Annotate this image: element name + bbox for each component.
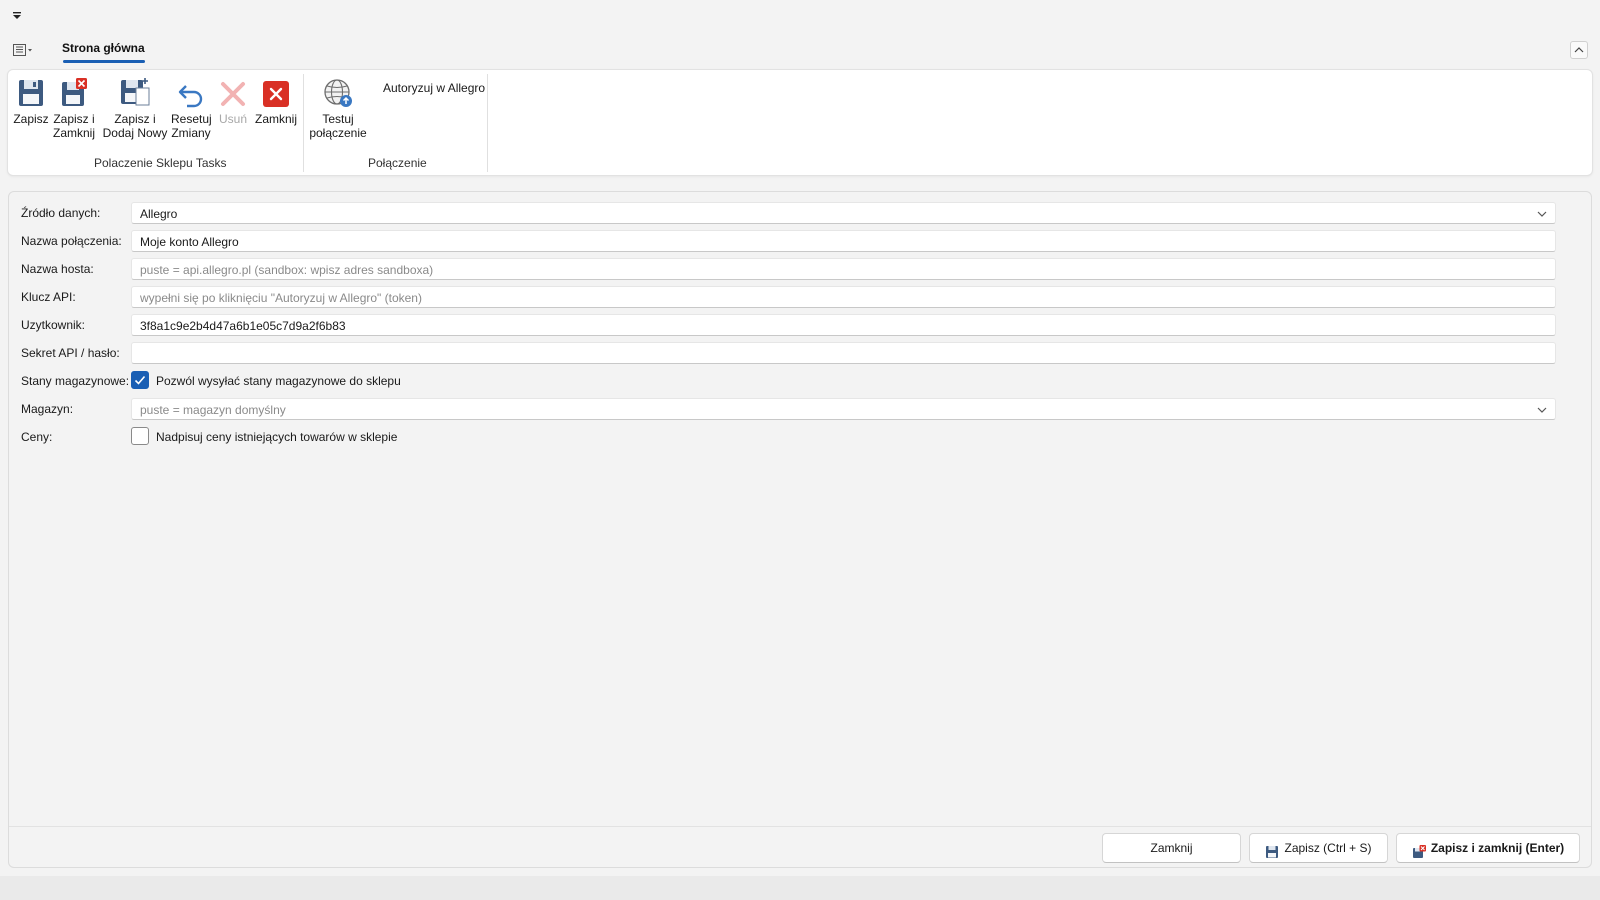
- undo-icon: [175, 76, 207, 110]
- floppy-disk-icon: [1265, 841, 1279, 858]
- ribbon-menu-icon[interactable]: [12, 41, 36, 59]
- warehouse-label: Magazyn:: [21, 402, 74, 416]
- host-input[interactable]: puste = api.allegro.pl (sandbox: wpisz a…: [131, 258, 1556, 280]
- connection-name-input[interactable]: Moje konto Allegro: [131, 230, 1556, 252]
- save-and-close-button[interactable]: Zapisz i Zamknij: [52, 76, 96, 140]
- api-key-row: Klucz API: wypełni się po kliknięciu "Au…: [21, 286, 1586, 308]
- source-select[interactable]: Allegro: [131, 202, 1556, 224]
- floppy-disk-close-icon: [1412, 841, 1426, 858]
- group-label-main: Polaczenie Sklepu Tasks: [94, 156, 227, 170]
- footer-close-label: Zamknij: [1150, 841, 1193, 855]
- host-label: Nazwa hosta:: [21, 262, 94, 276]
- floppy-disk-close-icon: [58, 76, 90, 110]
- prices-label: Ceny:: [21, 430, 53, 444]
- ribbon-header: Strona główna: [0, 36, 1600, 66]
- save-button-label: Zapisz: [13, 112, 49, 126]
- save-and-new-label-line1: Zapisz i: [114, 112, 156, 126]
- globe-icon: [322, 76, 354, 110]
- stock-row: Stany magazynowe: Pozwól wysyłać stany m…: [21, 370, 1586, 392]
- connection-name-label: Nazwa połączenia:: [21, 234, 122, 248]
- close-label: Zamknij: [254, 112, 297, 126]
- footer-close-button[interactable]: Zamknij: [1102, 833, 1241, 863]
- api-key-input[interactable]: wypełni się po kliknięciu "Autoryzuj w A…: [131, 286, 1556, 308]
- authorize-allegro-button[interactable]: Autoryzuj w Allegro: [383, 81, 485, 95]
- tab-home[interactable]: Strona główna: [62, 41, 145, 55]
- test-label-line2: połączenie: [309, 126, 367, 140]
- stock-checkbox[interactable]: [131, 371, 149, 389]
- save-and-close-label-line1: Zapisz i: [53, 112, 95, 126]
- footer-save-label: Zapisz (Ctrl + S): [1284, 841, 1372, 855]
- reset-label-line1: Resetuj: [171, 112, 212, 126]
- chevron-down-icon: [1537, 208, 1547, 218]
- checkmark-icon: [134, 375, 146, 385]
- group-separator: [303, 74, 304, 172]
- user-input[interactable]: 3f8a1c9e2b4d47a6b1e05c7d9a2f6b83: [131, 314, 1556, 336]
- secret-row: Sekret API / hasło:: [21, 342, 1586, 364]
- reset-changes-button[interactable]: Resetuj Zmiany: [171, 76, 212, 140]
- quick-access-dropdown-icon[interactable]: [10, 8, 24, 22]
- status-bar: [0, 876, 1600, 900]
- save-and-new-label-line2: Dodaj Nowy: [102, 126, 168, 140]
- floppy-disk-icon: [15, 76, 47, 110]
- group-label-connection: Połączenie: [368, 156, 427, 170]
- connection-name-row: Nazwa połączenia: Moje konto Allegro: [21, 230, 1586, 252]
- group-separator: [487, 74, 488, 172]
- user-row: Uzytkownik: 3f8a1c9e2b4d47a6b1e05c7d9a2f…: [21, 314, 1586, 336]
- ribbon-panel: Zapisz Zapisz i Zamknij Zapisz i Dodaj N…: [7, 69, 1593, 176]
- secret-input[interactable]: [131, 342, 1556, 364]
- floppy-disk-new-icon: [119, 76, 151, 110]
- test-connection-button[interactable]: Testuj połączenie: [308, 76, 368, 140]
- close-button[interactable]: Zamknij: [254, 76, 298, 126]
- source-value: Allegro: [140, 207, 178, 221]
- delete-x-icon: [217, 76, 249, 110]
- prices-checkbox-label[interactable]: Nadpisuj ceny istniejących towarów w skl…: [156, 430, 397, 444]
- host-row: Nazwa hosta: puste = api.allegro.pl (san…: [21, 258, 1586, 280]
- footer-save-button[interactable]: Zapisz (Ctrl + S): [1249, 833, 1388, 863]
- prices-row: Ceny: Nadpisuj ceny istniejących towarów…: [21, 426, 1586, 448]
- save-button[interactable]: Zapisz: [13, 76, 49, 126]
- delete-button[interactable]: Usuń: [216, 76, 250, 126]
- source-row: Źródło danych: Allegro: [21, 202, 1586, 224]
- delete-label: Usuń: [218, 112, 247, 126]
- warehouse-select[interactable]: puste = magazyn domyślny: [131, 398, 1556, 420]
- warehouse-placeholder: puste = magazyn domyślny: [140, 403, 286, 417]
- stock-checkbox-label[interactable]: Pozwól wysyłać stany magazynowe do sklep…: [156, 374, 401, 388]
- reset-label-line2: Zmiany: [171, 126, 211, 140]
- stock-label: Stany magazynowe:: [21, 374, 130, 388]
- chevron-down-icon: [1537, 404, 1547, 414]
- source-label: Źródło danych:: [21, 206, 101, 220]
- form-panel: Źródło danych: Allegro Nazwa połączenia:…: [8, 191, 1592, 868]
- close-red-icon: [260, 76, 292, 110]
- warehouse-row: Magazyn: puste = magazyn domyślny: [21, 398, 1586, 420]
- footer-save-and-close-button[interactable]: Zapisz i zamknij (Enter): [1396, 833, 1580, 863]
- user-label: Uzytkownik:: [21, 318, 86, 332]
- collapse-ribbon-button[interactable]: [1570, 41, 1588, 59]
- save-and-close-label-line2: Zamknij: [52, 126, 95, 140]
- save-and-new-button[interactable]: Zapisz i Dodaj Nowy: [101, 76, 169, 140]
- prices-checkbox[interactable]: [131, 427, 149, 445]
- tab-active-indicator: [63, 60, 145, 63]
- footer-separator: [9, 826, 1591, 827]
- api-key-label: Klucz API:: [21, 290, 76, 304]
- secret-label: Sekret API / hasło:: [21, 346, 120, 360]
- test-label-line1: Testuj: [322, 112, 354, 126]
- footer-save-and-close-label: Zapisz i zamknij (Enter): [1430, 841, 1565, 855]
